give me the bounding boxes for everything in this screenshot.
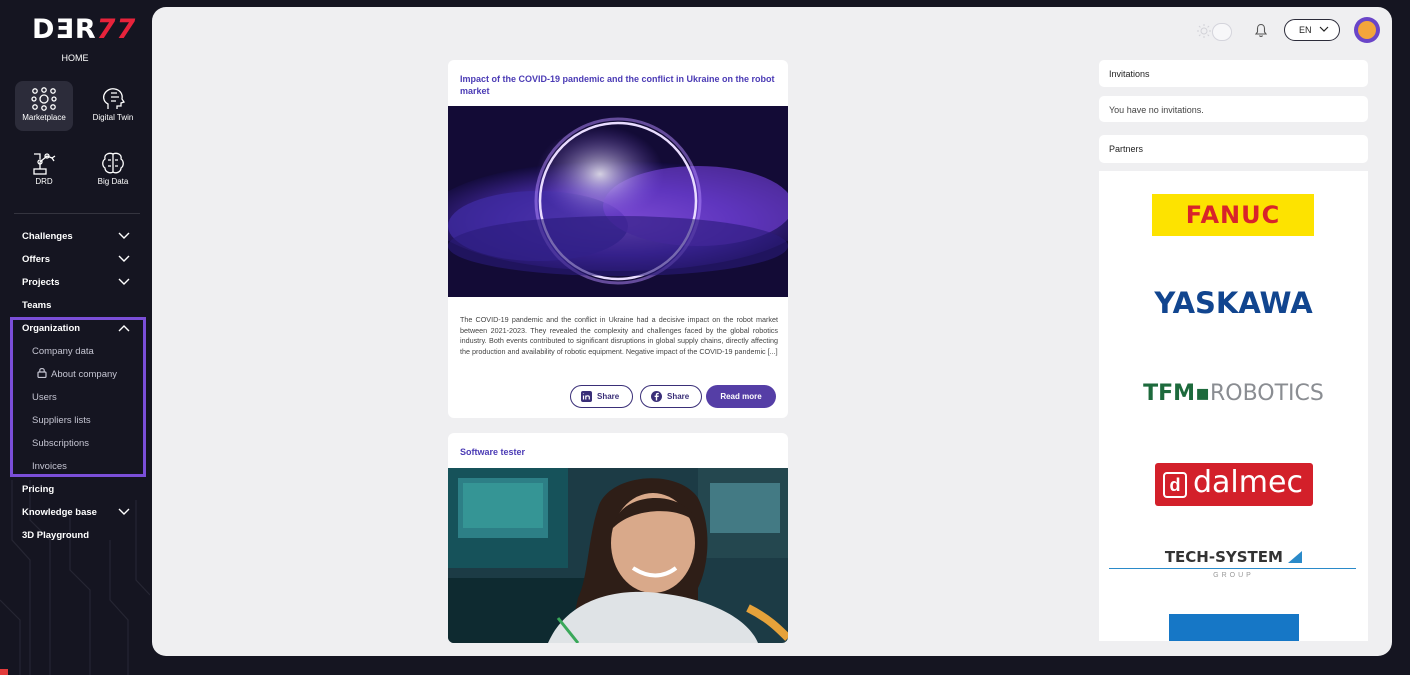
- lock-icon: [37, 367, 47, 378]
- article-excerpt: The COVID-19 pandemic and the conflict i…: [460, 315, 778, 356]
- share-linkedin-label: Share: [597, 392, 620, 401]
- avatar[interactable]: [1354, 17, 1380, 43]
- share-linkedin-button[interactable]: Share: [570, 385, 633, 408]
- chevron-down-icon: [1319, 26, 1329, 32]
- nav-knowledge-base[interactable]: Knowledge base: [22, 507, 97, 518]
- dalmec-text: dalmec: [1193, 465, 1303, 500]
- tech-system-text: TECH-SYSTEM: [1164, 548, 1283, 566]
- share-facebook-label: Share: [667, 392, 690, 401]
- tfm-bold-text: TFM: [1143, 381, 1196, 406]
- app-digital-twin-label: Digital Twin: [92, 113, 134, 122]
- sub-company-data[interactable]: Company data: [32, 346, 94, 357]
- article-image-software-tester: [448, 468, 788, 643]
- sub-suppliers-lists[interactable]: Suppliers lists: [32, 415, 91, 426]
- nav-challenges[interactable]: Challenges: [22, 231, 73, 242]
- digital-twin-head-icon: [102, 88, 126, 109]
- chevron-down-icon[interactable]: [118, 278, 130, 288]
- article-title[interactable]: Software tester: [460, 446, 776, 458]
- big-data-brain-icon: [102, 152, 124, 174]
- chevron-up-icon[interactable]: [118, 324, 130, 334]
- language-select[interactable]: EN: [1284, 19, 1340, 41]
- sidebar-divider: [14, 213, 140, 214]
- chevron-down-icon[interactable]: [118, 255, 130, 265]
- nav-organization[interactable]: Organization: [22, 323, 80, 334]
- app-marketplace[interactable]: Marketplace: [15, 81, 73, 131]
- facebook-icon: [651, 391, 662, 402]
- partner-logo-dalmec[interactable]: d dalmec: [1155, 463, 1313, 506]
- sidebar: DƎR77 HOME Marketplace Digital Twin DRD …: [0, 0, 150, 675]
- app-big-data[interactable]: Big Data: [84, 145, 142, 195]
- invitations-empty-text: You have no invitations.: [1109, 105, 1204, 115]
- partners-list: FANUC YASKAWA TFM▪ROBOTICS d dalmec TECH…: [1099, 171, 1368, 641]
- invitations-header: Invitations: [1099, 60, 1368, 87]
- tech-system-mark-icon: [1288, 551, 1303, 563]
- article-card: Software tester: [448, 433, 788, 643]
- tech-system-group-text: GROUP: [1213, 572, 1254, 579]
- sub-invoices[interactable]: Invoices: [32, 461, 67, 472]
- app-drd-label: DRD: [35, 177, 53, 186]
- app-digital-twin[interactable]: Digital Twin: [84, 81, 142, 131]
- sub-subscriptions[interactable]: Subscriptions: [32, 438, 89, 449]
- article-card: Impact of the COVID-19 pandemic and the …: [448, 60, 788, 418]
- partner-logo-tech-system[interactable]: TECH-SYSTEM: [1099, 548, 1368, 566]
- home-link[interactable]: HOME: [0, 53, 150, 63]
- nav-projects[interactable]: Projects: [22, 277, 60, 288]
- language-code: EN: [1299, 25, 1312, 35]
- partner-logo-yaskawa[interactable]: YASKAWA: [1099, 286, 1368, 320]
- partner-logo-tfm-robotics[interactable]: TFM▪ROBOTICS: [1099, 381, 1368, 406]
- tech-system-underline: [1109, 568, 1356, 569]
- bell-icon[interactable]: [1254, 22, 1268, 38]
- article-image-neon-ring: [448, 106, 788, 297]
- nav-pricing[interactable]: Pricing: [22, 484, 54, 495]
- nav-teams[interactable]: Teams: [22, 300, 51, 311]
- app-marketplace-label: Marketplace: [22, 113, 66, 122]
- app-logo[interactable]: DƎR77: [32, 14, 136, 45]
- nav-offers[interactable]: Offers: [22, 254, 50, 265]
- chevron-down-icon[interactable]: [118, 508, 130, 518]
- share-facebook-button[interactable]: Share: [640, 385, 702, 408]
- sub-about-company[interactable]: About company: [51, 369, 117, 380]
- chevron-down-icon[interactable]: [118, 232, 130, 242]
- tfm-rest-text: ROBOTICS: [1209, 381, 1324, 406]
- app-drd[interactable]: DRD: [15, 145, 73, 195]
- organization-highlight: [10, 317, 146, 477]
- invitations-body: You have no invitations.: [1099, 96, 1368, 122]
- theme-toggle[interactable]: [1212, 23, 1232, 41]
- partners-title: Partners: [1109, 144, 1144, 154]
- marketplace-network-icon: [31, 87, 57, 111]
- dalmec-mark-icon: d: [1163, 472, 1187, 498]
- app-big-data-label: Big Data: [97, 177, 129, 186]
- article-title[interactable]: Impact of the COVID-19 pandemic and the …: [460, 73, 776, 97]
- partner-logo-fanuc[interactable]: FANUC: [1152, 194, 1314, 236]
- partners-header: Partners: [1099, 135, 1368, 163]
- nav-3d-playground[interactable]: 3D Playground: [22, 530, 89, 541]
- partner-logo-troax[interactable]: [1169, 614, 1299, 641]
- linkedin-icon: [581, 391, 592, 402]
- corner-marker: [0, 669, 8, 675]
- invitations-title: Invitations: [1109, 69, 1150, 79]
- read-more-button[interactable]: Read more: [706, 385, 776, 408]
- drd-robot-arm-icon: [33, 153, 56, 175]
- main-panel: EN Impact of the COVID-19 pandemic and t…: [152, 7, 1392, 656]
- sub-users[interactable]: Users: [32, 392, 57, 403]
- sun-icon[interactable]: [1196, 23, 1212, 39]
